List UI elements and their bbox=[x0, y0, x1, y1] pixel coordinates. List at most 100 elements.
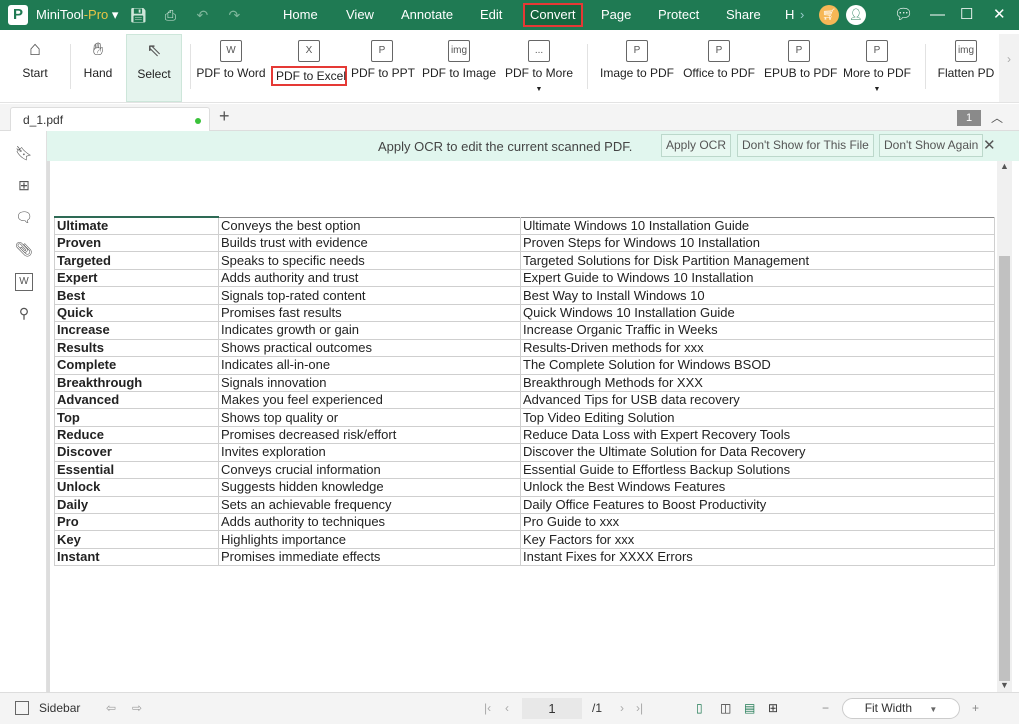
grid-view-icon[interactable]: ⊞ bbox=[768, 701, 778, 715]
example-cell: Discover the Ultimate Solution for Data … bbox=[520, 443, 995, 462]
close-icon[interactable]: ✕ bbox=[993, 0, 1006, 30]
term-cell: Pro bbox=[54, 512, 219, 532]
cart-icon[interactable]: 🛒︎ bbox=[819, 5, 839, 25]
table-row: Discover Invites exploration Discover the … bbox=[54, 443, 995, 462]
pdf-file-icon: P bbox=[788, 40, 810, 62]
apply-ocr-button[interactable]: Apply OCR bbox=[661, 134, 732, 157]
pdf-to-word-button[interactable]: W PDF to Word bbox=[196, 34, 266, 102]
feedback-icon[interactable]: 💬︎ bbox=[894, 0, 913, 30]
menu-edit[interactable]: Edit bbox=[480, 0, 502, 30]
table-row: Results Shows practical outcomes Results-D… bbox=[54, 338, 995, 358]
flatten-pdf-button[interactable]: img Flatten PD bbox=[936, 34, 996, 102]
pdf-file-icon: P bbox=[708, 40, 730, 62]
app-name[interactable]: MiniTool-Pro ▾ bbox=[36, 7, 118, 23]
table-row: Key Highlights importance Key Factors for … bbox=[54, 530, 995, 549]
menu-annotate[interactable]: Annotate bbox=[401, 0, 453, 30]
bookmark-icon[interactable]: 🔖︎ bbox=[15, 145, 33, 163]
new-tab-plus-icon[interactable]: + bbox=[219, 106, 230, 127]
table-row: Quick Promises fast results Quick Windows … bbox=[54, 303, 995, 323]
dont-show-file-button[interactable]: Don't Show for This File bbox=[737, 134, 874, 157]
meaning-cell: Adds authority and trust bbox=[218, 268, 521, 288]
save-icon[interactable]: 💾︎ bbox=[126, 7, 150, 24]
thumbnails-icon[interactable]: ⊞ bbox=[15, 177, 33, 195]
example-cell: Breakthrough Methods for XXX bbox=[520, 373, 995, 392]
continuous-view-icon[interactable]: ▤ bbox=[744, 701, 755, 715]
pdf-to-excel-label: PDF to Excel bbox=[271, 66, 347, 86]
office-to-pdf-button[interactable]: P Office to PDF bbox=[682, 34, 756, 102]
example-cell: Results-Driven methods for xxx bbox=[520, 338, 995, 358]
maximize-icon[interactable]: ☐ bbox=[960, 0, 973, 30]
scroll-up-icon[interactable]: ▲ bbox=[997, 161, 1012, 171]
ribbon-scroll-right-icon[interactable]: › bbox=[999, 34, 1019, 102]
pdf-to-ppt-button[interactable]: P PDF to PPT bbox=[351, 34, 416, 102]
menu-share[interactable]: Share bbox=[726, 0, 761, 30]
table-row: Instant Promises immediate effects Instant… bbox=[54, 547, 995, 567]
image-to-pdf-label: Image to PDF bbox=[599, 66, 675, 80]
app-name-suffix: -Pro bbox=[83, 7, 109, 22]
meaning-cell: Shows practical outcomes bbox=[218, 338, 521, 358]
zoom-out-icon[interactable]: − bbox=[822, 701, 829, 715]
sidebar-label[interactable]: Sidebar bbox=[39, 701, 80, 715]
prev-page-icon[interactable]: ‹ bbox=[505, 701, 509, 715]
start-button[interactable]: ⌂ Start bbox=[15, 34, 55, 102]
term-cell: Expert bbox=[54, 268, 219, 288]
search-icon[interactable]: ⚲ bbox=[15, 305, 33, 323]
page-number-input[interactable]: 1 bbox=[522, 698, 582, 719]
single-page-view-icon[interactable]: ▯ bbox=[696, 701, 703, 715]
office-to-pdf-label: Office to PDF bbox=[683, 66, 755, 80]
two-page-view-icon[interactable]: ◫ bbox=[720, 701, 731, 715]
app-logo: P bbox=[8, 5, 28, 25]
epub-to-pdf-button[interactable]: P EPUB to PDF bbox=[764, 34, 837, 102]
vertical-scrollbar[interactable]: ▲ ▼ bbox=[997, 161, 1012, 692]
scrollbar-thumb[interactable] bbox=[999, 256, 1010, 681]
hand-button[interactable]: ✋︎ Hand bbox=[78, 34, 118, 102]
ppt-file-icon: P bbox=[371, 40, 393, 62]
pdf-to-ppt-label: PDF to PPT bbox=[351, 66, 416, 80]
table-row: Top Shows top quality or Top Video Editing… bbox=[54, 408, 995, 427]
select-button[interactable]: ⇖ Select bbox=[126, 34, 182, 102]
dont-show-again-button[interactable]: Don't Show Again bbox=[879, 134, 984, 157]
pdf-table: Ultimate Conveys the best option Ultimate … bbox=[54, 216, 995, 567]
tab-bar: d_1.pdf + 1 ︿ bbox=[0, 104, 1019, 132]
zoom-in-icon[interactable]: + bbox=[972, 701, 979, 715]
menu-protect[interactable]: Protect bbox=[658, 0, 699, 30]
redo-icon[interactable]: ↷ bbox=[222, 7, 246, 24]
dropdown-icon: ▼ bbox=[535, 86, 543, 93]
minimize-icon[interactable]: — bbox=[930, 0, 945, 30]
meaning-cell: Conveys the best option bbox=[218, 216, 521, 235]
forward-icon[interactable]: ⇨ bbox=[132, 701, 142, 715]
back-icon[interactable]: ⇦ bbox=[106, 701, 116, 715]
zoom-select[interactable]: Fit Width ▼ bbox=[842, 698, 960, 719]
menu-home[interactable]: Home bbox=[283, 0, 318, 30]
zoom-value: Fit Width bbox=[864, 701, 913, 715]
scroll-down-icon[interactable]: ▼ bbox=[997, 680, 1012, 690]
undo-icon[interactable]: ↶ bbox=[190, 7, 214, 24]
sidebar-toggle-icon[interactable] bbox=[15, 701, 29, 715]
ocr-notification-bar: Apply OCR to edit the current scanned PD… bbox=[47, 131, 1019, 161]
meaning-cell: Promises fast results bbox=[218, 303, 521, 323]
word-icon[interactable]: W bbox=[15, 273, 33, 291]
user-icon[interactable]: 👤︎ bbox=[846, 5, 866, 25]
document-tab[interactable]: d_1.pdf bbox=[10, 107, 210, 132]
image-to-pdf-button[interactable]: P Image to PDF bbox=[598, 34, 676, 102]
next-page-icon[interactable]: › bbox=[620, 701, 624, 715]
comment-icon[interactable]: 🗨︎ bbox=[15, 209, 33, 227]
pdf-to-more-button[interactable]: ... PDF to More ▼ bbox=[504, 34, 574, 102]
more-file-icon: ... bbox=[528, 40, 550, 62]
collapse-ribbon-icon[interactable]: ︿ bbox=[991, 109, 1003, 126]
menu-more[interactable]: H bbox=[785, 0, 794, 30]
close-ocr-bar-icon[interactable]: ✕ bbox=[983, 136, 996, 154]
more-to-pdf-button[interactable]: P More to PDF ▼ bbox=[842, 34, 912, 102]
pdf-to-excel-button[interactable]: X PDF to Excel bbox=[271, 34, 347, 102]
meaning-cell: Adds authority to techniques bbox=[218, 512, 521, 532]
unsaved-dot-icon bbox=[195, 118, 201, 124]
menu-view[interactable]: View bbox=[346, 0, 374, 30]
pdf-to-image-button[interactable]: img PDF to Image bbox=[421, 34, 497, 102]
print-icon[interactable]: ⎙ bbox=[158, 7, 182, 24]
last-page-icon[interactable]: ›| bbox=[636, 701, 643, 715]
menu-convert[interactable]: Convert bbox=[523, 3, 583, 27]
menu-scroll-right-icon[interactable]: › bbox=[800, 0, 804, 30]
attachment-icon[interactable]: 📎︎ bbox=[15, 241, 33, 259]
first-page-icon[interactable]: |‹ bbox=[484, 701, 491, 715]
menu-page[interactable]: Page bbox=[601, 0, 631, 30]
